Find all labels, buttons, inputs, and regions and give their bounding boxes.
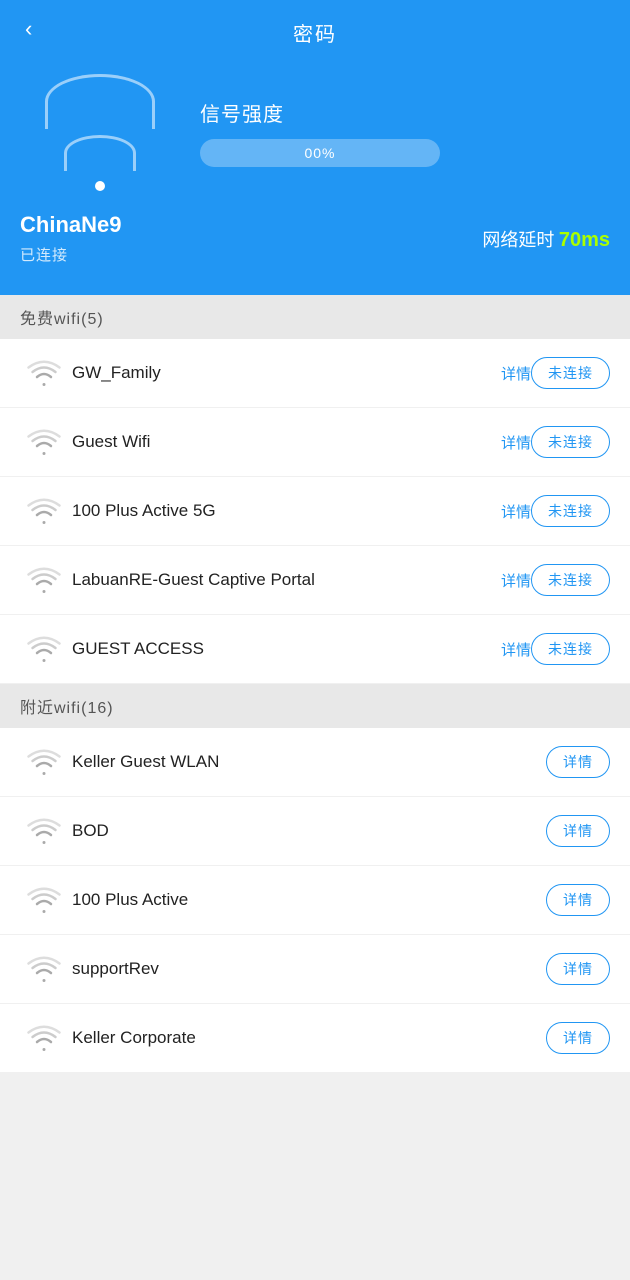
connect-button[interactable]: 未连接 (531, 426, 610, 458)
wifi-item-name: Keller Guest WLAN (72, 752, 546, 772)
wifi-item-name: Guest Wifi (72, 432, 491, 452)
network-info-row: ChinaNe9 已连接 网络延时 70ms (20, 212, 610, 265)
free-wifi-item: LabuanRE-Guest Captive Portal 详情 未连接 (0, 546, 630, 615)
wifi-arc-inner (64, 135, 136, 171)
wifi-icon (20, 355, 68, 391)
network-delay-group: 网络延时 70ms (482, 226, 610, 252)
wifi-icon (20, 1020, 68, 1056)
top-bar: ‹ 密码 (20, 0, 610, 57)
connect-button[interactable]: 未连接 (531, 633, 610, 665)
back-button[interactable]: ‹ (20, 11, 37, 47)
header-section: ‹ 密码 信号强度 00% ChinaNe9 已连接 网络延时 70ms (0, 0, 630, 295)
wifi-item-name: GW_Family (72, 363, 491, 383)
wifi-icon (20, 424, 68, 460)
wifi-item-name: BOD (72, 821, 546, 841)
free-wifi-item: GUEST ACCESS 详情 未连接 (0, 615, 630, 684)
wifi-item-name: LabuanRE-Guest Captive Portal (72, 570, 491, 590)
wifi-item-name: Keller Corporate (72, 1028, 546, 1048)
nearby-wifi-item: Keller Corporate 详情 (0, 1004, 630, 1073)
page-title: 密码 (293, 18, 337, 47)
delay-label: 网络延时 (482, 230, 554, 250)
free-wifi-item: Guest Wifi 详情 未连接 (0, 408, 630, 477)
nearby-wifi-item: supportRev 详情 (0, 935, 630, 1004)
wifi-icon-large (20, 72, 180, 192)
wifi-icon (20, 813, 68, 849)
wifi-item-name: 100 Plus Active (72, 890, 546, 910)
wifi-icon (20, 882, 68, 918)
detail-link[interactable]: 详情 (501, 570, 531, 591)
connect-button[interactable]: 未连接 (531, 495, 610, 527)
detail-button[interactable]: 详情 (546, 884, 610, 916)
connect-button[interactable]: 未连接 (531, 564, 610, 596)
wifi-icon (20, 493, 68, 529)
free-wifi-item: GW_Family 详情 未连接 (0, 339, 630, 408)
wifi-icon (20, 951, 68, 987)
network-name-group: ChinaNe9 已连接 (20, 212, 121, 265)
delay-value: 70ms (559, 229, 610, 251)
detail-link[interactable]: 详情 (501, 432, 531, 453)
wifi-item-name: GUEST ACCESS (72, 639, 491, 659)
wifi-icon (20, 744, 68, 780)
wifi-item-name: supportRev (72, 959, 546, 979)
detail-link[interactable]: 详情 (501, 501, 531, 522)
wifi-arc-outer (45, 74, 155, 129)
free-wifi-header: 免费wifi(5) (0, 295, 630, 339)
detail-button[interactable]: 详情 (546, 746, 610, 778)
nearby-wifi-header: 附近wifi(16) (0, 684, 630, 728)
wifi-dot (95, 181, 105, 191)
wifi-icon (20, 562, 68, 598)
nearby-wifi-item: Keller Guest WLAN 详情 (0, 728, 630, 797)
wifi-icon (20, 631, 68, 667)
signal-section: 信号强度 00% (180, 98, 610, 167)
connected-info: 信号强度 00% (20, 72, 610, 192)
nearby-wifi-item: BOD 详情 (0, 797, 630, 866)
wifi-item-name: 100 Plus Active 5G (72, 501, 491, 521)
detail-button[interactable]: 详情 (546, 1022, 610, 1054)
signal-bar: 00% (200, 139, 440, 167)
nearby-wifi-item: 100 Plus Active 详情 (0, 866, 630, 935)
detail-link[interactable]: 详情 (501, 639, 531, 660)
detail-button[interactable]: 详情 (546, 953, 610, 985)
detail-button[interactable]: 详情 (546, 815, 610, 847)
free-wifi-item: 100 Plus Active 5G 详情 未连接 (0, 477, 630, 546)
free-wifi-list: GW_Family 详情 未连接 Guest Wifi 详情 未连接 100 P… (0, 339, 630, 684)
nearby-wifi-list: Keller Guest WLAN 详情 BOD 详情 100 Plus Act… (0, 728, 630, 1073)
detail-link[interactable]: 详情 (501, 363, 531, 384)
connected-status: 已连接 (20, 244, 121, 265)
signal-label: 信号强度 (200, 98, 610, 127)
network-name: ChinaNe9 (20, 212, 121, 238)
connect-button[interactable]: 未连接 (531, 357, 610, 389)
signal-percent: 00% (304, 145, 335, 161)
